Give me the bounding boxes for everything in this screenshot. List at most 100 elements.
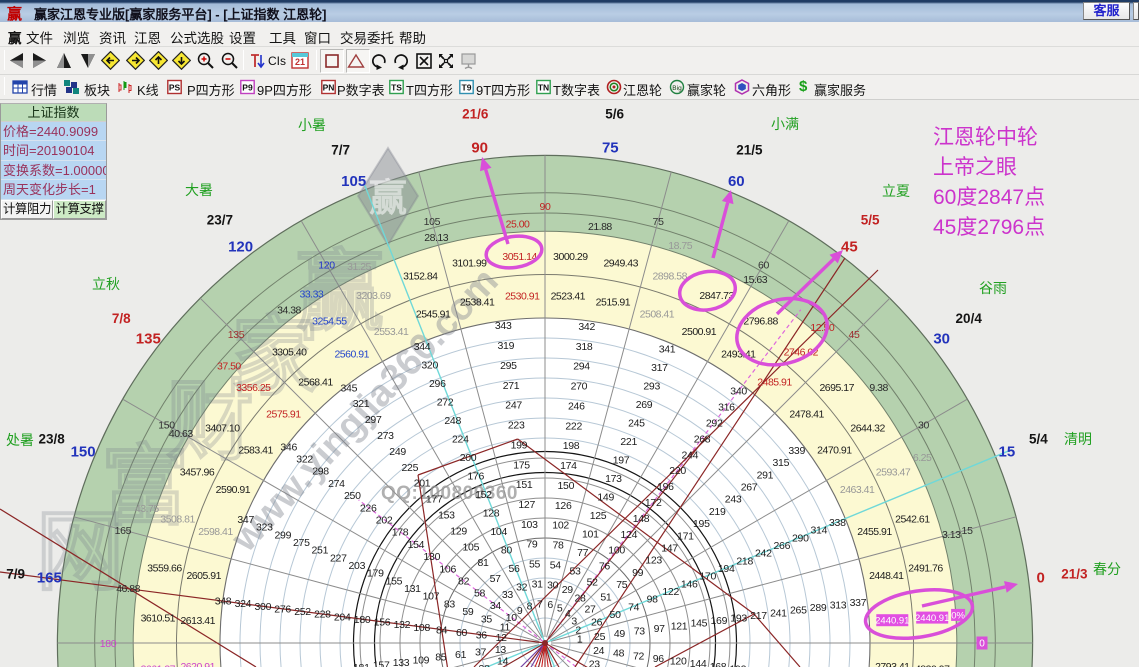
svg-text:323: 323: [256, 522, 273, 534]
svg-text:153: 153: [438, 510, 455, 522]
svg-text:81: 81: [477, 557, 489, 569]
svg-text:35: 35: [481, 614, 493, 626]
svg-text:130: 130: [423, 551, 440, 563]
svg-text:2560.91: 2560.91: [334, 349, 369, 361]
svg-text:273: 273: [377, 430, 394, 442]
svg-text:109: 109: [413, 654, 430, 666]
svg-text:26: 26: [591, 617, 603, 629]
svg-text:105: 105: [424, 216, 441, 228]
svg-text:24: 24: [593, 645, 605, 657]
svg-text:154: 154: [408, 539, 425, 551]
svg-text:90: 90: [539, 201, 551, 213]
svg-text:2553.41: 2553.41: [374, 326, 409, 338]
svg-text:3559.66: 3559.66: [147, 562, 182, 574]
svg-text:0: 0: [1037, 570, 1045, 587]
svg-text:275: 275: [293, 537, 310, 549]
svg-text:322: 322: [296, 454, 313, 466]
svg-text:3203.69: 3203.69: [356, 290, 391, 302]
svg-text:2590.91: 2590.91: [216, 484, 251, 496]
svg-text:46.88: 46.88: [116, 583, 140, 595]
svg-text:处暑: 处暑: [6, 432, 34, 448]
svg-text:TN: TN: [538, 83, 549, 93]
svg-text:179: 179: [367, 568, 384, 580]
svg-text:294: 294: [573, 361, 590, 373]
svg-text:29: 29: [562, 584, 574, 596]
svg-text:2500.91: 2500.91: [682, 326, 717, 338]
svg-text:321: 321: [353, 398, 370, 410]
svg-text:274: 274: [328, 478, 345, 490]
svg-text:28.13: 28.13: [424, 232, 448, 244]
svg-text:168: 168: [710, 661, 727, 667]
svg-text:85: 85: [435, 652, 447, 664]
svg-text:127: 127: [518, 499, 535, 511]
svg-text:31: 31: [532, 579, 544, 591]
svg-text:2515.91: 2515.91: [596, 297, 631, 309]
svg-text:150: 150: [71, 444, 96, 461]
svg-text:2793.41: 2793.41: [875, 661, 910, 667]
svg-text:30: 30: [933, 331, 950, 348]
svg-text:272: 272: [437, 397, 454, 409]
svg-text:199: 199: [511, 439, 528, 451]
svg-text:3000.29: 3000.29: [553, 251, 588, 263]
svg-text:165: 165: [37, 570, 62, 587]
svg-text:58: 58: [474, 588, 486, 600]
svg-text:6: 6: [547, 599, 553, 611]
svg-text:60: 60: [456, 627, 468, 639]
svg-text:131: 131: [404, 583, 421, 595]
svg-text:299: 299: [274, 529, 291, 541]
svg-text:57: 57: [490, 573, 502, 585]
svg-text:226: 226: [360, 502, 377, 514]
svg-text:2470.91: 2470.91: [817, 445, 852, 457]
svg-text:123: 123: [645, 555, 662, 567]
svg-text:5/4: 5/4: [1029, 432, 1048, 447]
svg-text:21/3: 21/3: [1061, 566, 1088, 581]
svg-text:148: 148: [633, 513, 650, 525]
svg-text:立秋: 立秋: [92, 276, 120, 292]
svg-text:348: 348: [215, 596, 232, 608]
svg-text:13: 13: [495, 644, 507, 656]
svg-text:152: 152: [475, 489, 492, 501]
svg-text:83: 83: [444, 598, 456, 610]
svg-text:197: 197: [613, 455, 630, 467]
svg-text:2605.91: 2605.91: [186, 570, 221, 582]
svg-text:15.63: 15.63: [743, 274, 767, 286]
svg-text:200: 200: [460, 452, 477, 464]
svg-text:97: 97: [654, 623, 666, 635]
svg-text:49: 49: [614, 628, 626, 640]
svg-text:198: 198: [563, 440, 580, 452]
svg-text:75: 75: [616, 579, 628, 591]
svg-text:296: 296: [429, 378, 446, 390]
svg-text:96: 96: [653, 653, 665, 665]
svg-text:52: 52: [587, 576, 599, 588]
svg-text:2644.32: 2644.32: [850, 422, 885, 434]
svg-text:266: 266: [773, 540, 790, 552]
svg-text:124: 124: [620, 529, 637, 541]
svg-text:4830.97: 4830.97: [915, 663, 950, 667]
svg-text:318: 318: [576, 341, 593, 353]
svg-text:217: 217: [750, 610, 767, 622]
svg-text:2575.91: 2575.91: [266, 409, 301, 421]
svg-text:3356.25: 3356.25: [236, 382, 271, 394]
svg-text:55: 55: [529, 559, 541, 571]
svg-text:9.38: 9.38: [869, 382, 888, 394]
svg-text:297: 297: [365, 414, 382, 426]
svg-text:204: 204: [334, 611, 351, 623]
svg-text:315: 315: [772, 457, 789, 469]
svg-text:2538.41: 2538.41: [460, 297, 495, 309]
svg-text:12.50: 12.50: [810, 322, 834, 334]
svg-text:2440.91: 2440.91: [875, 616, 909, 627]
svg-text:48: 48: [613, 648, 625, 660]
svg-text:2620.91: 2620.91: [180, 661, 215, 667]
svg-text:195: 195: [693, 518, 710, 530]
svg-text:14: 14: [497, 656, 509, 667]
svg-text:3101.99: 3101.99: [452, 258, 487, 270]
svg-text:120: 120: [228, 238, 253, 255]
svg-text:247: 247: [505, 400, 522, 412]
svg-text:293: 293: [643, 380, 660, 392]
svg-text:45: 45: [848, 329, 860, 341]
svg-text:298: 298: [312, 466, 329, 478]
svg-text:100: 100: [608, 545, 625, 557]
svg-text:342: 342: [578, 321, 595, 333]
svg-text:218: 218: [736, 555, 753, 567]
svg-text:225: 225: [401, 462, 418, 474]
